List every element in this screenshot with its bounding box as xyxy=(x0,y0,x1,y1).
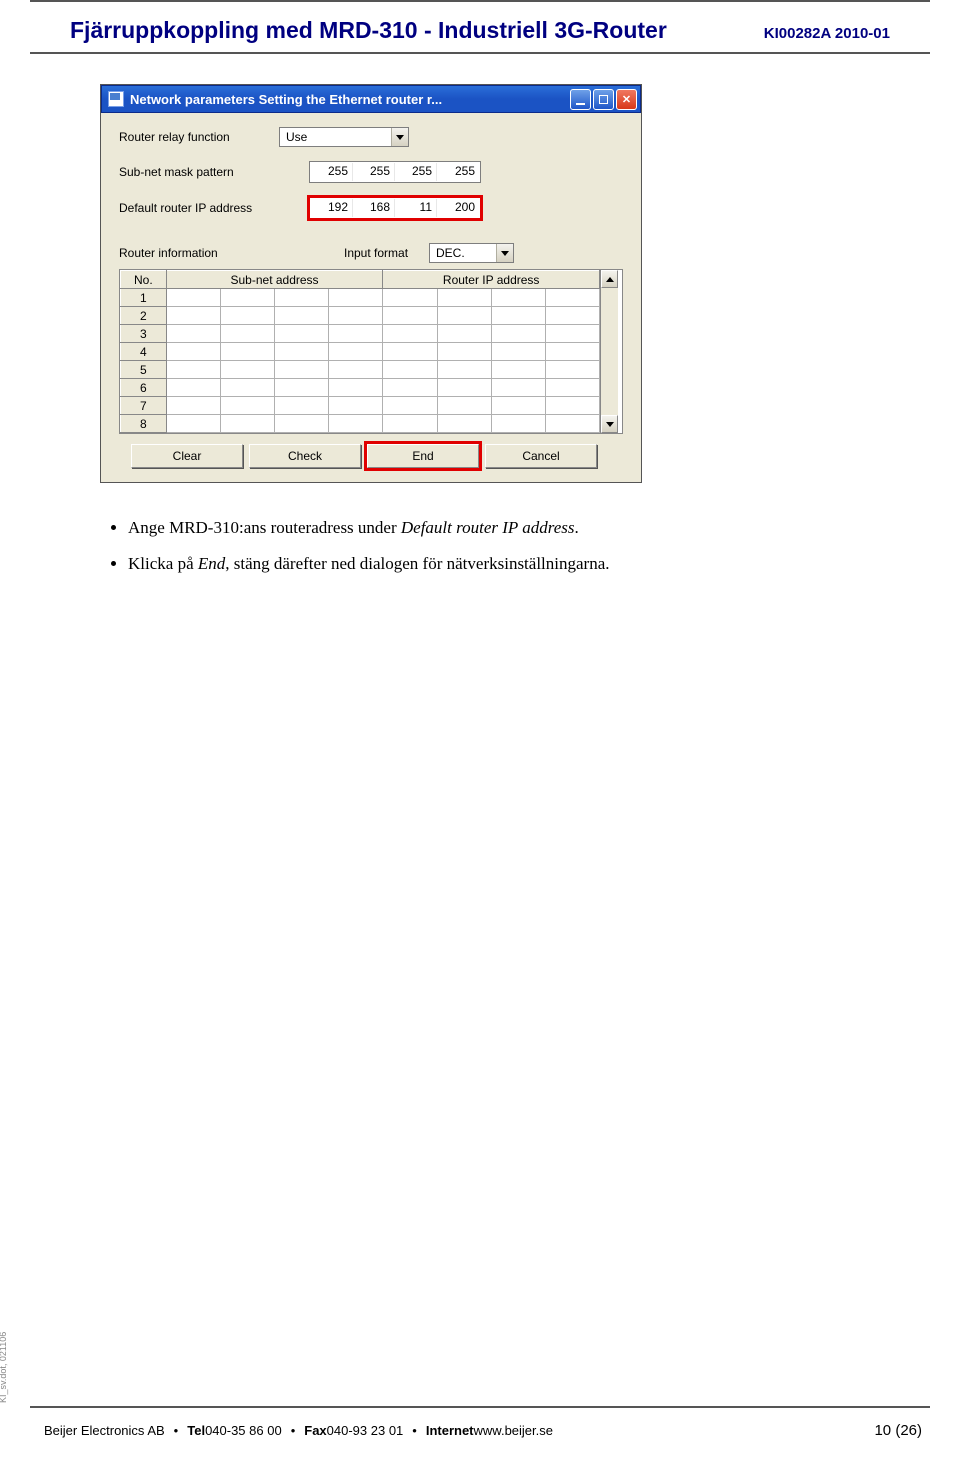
check-button[interactable]: Check xyxy=(249,444,361,468)
col-header-no: No. xyxy=(121,271,167,289)
routing-table-grid[interactable]: No. Sub-net address Router IP address 1 … xyxy=(120,270,600,433)
dialog-titlebar[interactable]: Network parameters Setting the Ethernet … xyxy=(101,85,641,113)
subnet-octet-4[interactable]: 255 xyxy=(437,163,479,181)
table-scrollbar[interactable] xyxy=(600,270,618,433)
table-row[interactable]: 4 xyxy=(121,343,600,361)
instruction-list: Ange MRD-310:ans routeradress under Defa… xyxy=(100,513,780,579)
scroll-track[interactable] xyxy=(601,288,618,415)
routing-table: No. Sub-net address Router IP address 1 … xyxy=(119,269,623,434)
table-row[interactable]: 7 xyxy=(121,397,600,415)
row-number: 3 xyxy=(121,325,167,343)
dialog-app-icon xyxy=(108,91,124,107)
footer-fax-label: Fax xyxy=(304,1423,326,1438)
page-number: 10 (26) xyxy=(874,1422,922,1439)
router-octet-2[interactable]: 168 xyxy=(353,199,395,217)
content-area: Network parameters Setting the Ethernet … xyxy=(0,54,960,579)
close-button[interactable]: ✕ xyxy=(616,89,637,110)
instruction-item: Ange MRD-310:ans routeradress under Defa… xyxy=(128,513,780,543)
bullet-em: Default router IP address xyxy=(401,518,575,537)
table-header-row: No. Sub-net address Router IP address xyxy=(121,271,600,289)
chevron-down-icon xyxy=(391,128,408,146)
input-format-value: DEC. xyxy=(430,244,496,262)
row-number: 2 xyxy=(121,307,167,325)
subnet-octet-1[interactable]: 255 xyxy=(311,163,353,181)
table-row[interactable]: 1 xyxy=(121,289,600,307)
footer-fax: 040-93 23 01 xyxy=(327,1423,404,1438)
bullet-text: . xyxy=(575,518,579,537)
page-header: Fjärruppkoppling med MRD-310 - Industrie… xyxy=(30,0,930,54)
table-row[interactable]: 6 xyxy=(121,379,600,397)
table-row[interactable]: 8 xyxy=(121,415,600,433)
document-page: Fjärruppkoppling med MRD-310 - Industrie… xyxy=(0,0,960,1463)
default-router-field[interactable]: 192 168 11 200 xyxy=(309,197,481,219)
footer-tel: 040-35 86 00 xyxy=(205,1423,282,1438)
footer-company: Beijer Electronics AB xyxy=(44,1423,165,1438)
dialog-body: Router relay function Use Sub-net mask p… xyxy=(101,113,641,482)
clear-button[interactable]: Clear xyxy=(131,444,243,468)
header-title: Fjärruppkoppling med MRD-310 - Industrie… xyxy=(70,17,667,44)
row-number: 8 xyxy=(121,415,167,433)
table-row[interactable]: 5 xyxy=(121,361,600,379)
router-relay-value: Use xyxy=(280,128,391,146)
router-info-label: Router information xyxy=(119,246,344,260)
separator-icon: • xyxy=(412,1423,417,1438)
subnet-mask-field[interactable]: 255 255 255 255 xyxy=(309,161,481,183)
dialog-title-text: Network parameters Setting the Ethernet … xyxy=(130,92,570,107)
bullet-text: Ange MRD-310:ans routeradress under xyxy=(128,518,401,537)
maximize-icon xyxy=(599,95,608,104)
router-info-row: Router information Input format DEC. xyxy=(119,243,623,263)
row-number: 1 xyxy=(121,289,167,307)
template-note: KI_sv.dot, 021106 xyxy=(0,1332,8,1403)
page-footer: Beijer Electronics AB • Tel 040-35 86 00… xyxy=(30,1406,930,1439)
router-relay-dropdown[interactable]: Use xyxy=(279,127,409,147)
cancel-button[interactable]: Cancel xyxy=(485,444,597,468)
router-relay-label: Router relay function xyxy=(119,130,279,144)
scroll-down-button[interactable] xyxy=(601,415,618,433)
scroll-up-button[interactable] xyxy=(601,270,618,288)
separator-icon: • xyxy=(291,1423,296,1438)
bullet-text: , stäng därefter ned dialogen för nätver… xyxy=(225,554,609,573)
router-octet-4[interactable]: 200 xyxy=(437,199,479,217)
row-number: 7 xyxy=(121,397,167,415)
row-number: 5 xyxy=(121,361,167,379)
subnet-octet-2[interactable]: 255 xyxy=(353,163,395,181)
footer-internet: www.beijer.se xyxy=(474,1423,553,1438)
footer-tel-label: Tel xyxy=(187,1423,205,1438)
subnet-mask-label: Sub-net mask pattern xyxy=(119,165,279,179)
minimize-icon xyxy=(576,103,585,105)
row-number: 4 xyxy=(121,343,167,361)
bullet-text: Klicka på xyxy=(128,554,198,573)
network-parameters-dialog: Network parameters Setting the Ethernet … xyxy=(100,84,642,483)
col-header-subnet: Sub-net address xyxy=(166,271,383,289)
router-octet-1[interactable]: 192 xyxy=(311,199,353,217)
subnet-mask-row: Sub-net mask pattern 255 255 255 255 xyxy=(119,161,623,183)
close-icon: ✕ xyxy=(622,93,631,106)
input-format-dropdown[interactable]: DEC. xyxy=(429,243,514,263)
header-code: KI00282A 2010-01 xyxy=(764,25,890,42)
default-router-row: Default router IP address 192 168 11 200 xyxy=(119,197,623,219)
separator-icon: • xyxy=(174,1423,179,1438)
router-octet-3[interactable]: 11 xyxy=(395,199,437,217)
footer-internet-label: Internet xyxy=(426,1423,474,1438)
subnet-octet-3[interactable]: 255 xyxy=(395,163,437,181)
table-row[interactable]: 3 xyxy=(121,325,600,343)
col-header-router: Router IP address xyxy=(383,271,600,289)
dialog-button-row: Clear Check End Cancel xyxy=(119,444,623,468)
bullet-em: End xyxy=(198,554,225,573)
minimize-button[interactable] xyxy=(570,89,591,110)
table-row[interactable]: 2 xyxy=(121,307,600,325)
router-relay-row: Router relay function Use xyxy=(119,127,623,147)
instruction-item: Klicka på End, stäng därefter ned dialog… xyxy=(128,549,780,579)
end-button[interactable]: End xyxy=(367,444,479,468)
maximize-button[interactable] xyxy=(593,89,614,110)
input-format-label: Input format xyxy=(344,246,429,260)
chevron-down-icon xyxy=(496,244,513,262)
row-number: 6 xyxy=(121,379,167,397)
default-router-label: Default router IP address xyxy=(119,201,279,215)
